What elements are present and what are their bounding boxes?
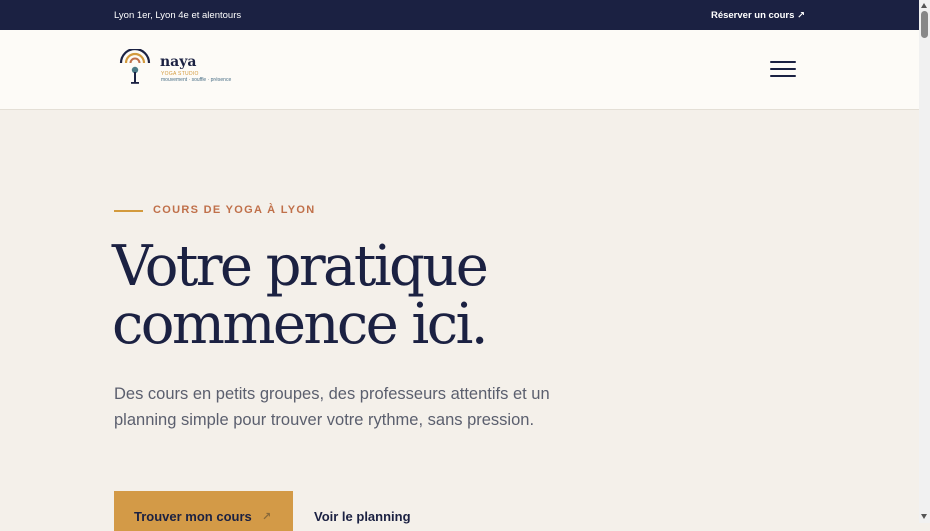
hamburger-menu-icon	[770, 61, 796, 63]
find-class-label: Trouver mon cours	[134, 509, 252, 524]
hero-lead: Des cours en petits groupes, des profess…	[114, 385, 550, 429]
location-text: Lyon 1er, Lyon 4e et alentours	[114, 10, 242, 21]
yoga-studio-logo-icon	[119, 49, 151, 84]
view-schedule-link[interactable]: Voir le planning	[314, 509, 411, 524]
scroll-down-icon[interactable]	[921, 514, 927, 519]
hero-headline: Votre pratique commence ici.	[112, 238, 672, 354]
scroll-up-icon[interactable]	[921, 3, 927, 8]
top-bar: Lyon 1er, Lyon 4e et alentours Réserver …	[0, 0, 919, 30]
headline-line-2: commence ici.	[112, 292, 489, 357]
scrollbar-thumb[interactable]	[921, 11, 928, 38]
find-class-button[interactable]: Trouver mon cours ↗	[114, 491, 293, 531]
brand-logo[interactable]: naya YOGA STUDIO mouvement · souffle · p…	[118, 49, 248, 89]
headline-line-1: Votre pratique	[112, 234, 489, 299]
brand-tagline: mouvement · souffle · présence	[161, 77, 232, 83]
site-header: naya YOGA STUDIO mouvement · souffle · p…	[0, 30, 919, 110]
brand-name: naya	[160, 54, 197, 70]
eyebrow-text: COURS DE YOGA À LYON	[153, 204, 316, 216]
book-class-link[interactable]: Réserver un cours ↗	[711, 10, 805, 21]
menu-button[interactable]	[770, 60, 797, 80]
eyebrow-line	[114, 210, 143, 212]
eyebrow: COURS DE YOGA À LYON	[114, 204, 414, 218]
arrow-up-right-icon: ↗	[262, 511, 272, 523]
page-scrollbar[interactable]	[919, 0, 930, 523]
